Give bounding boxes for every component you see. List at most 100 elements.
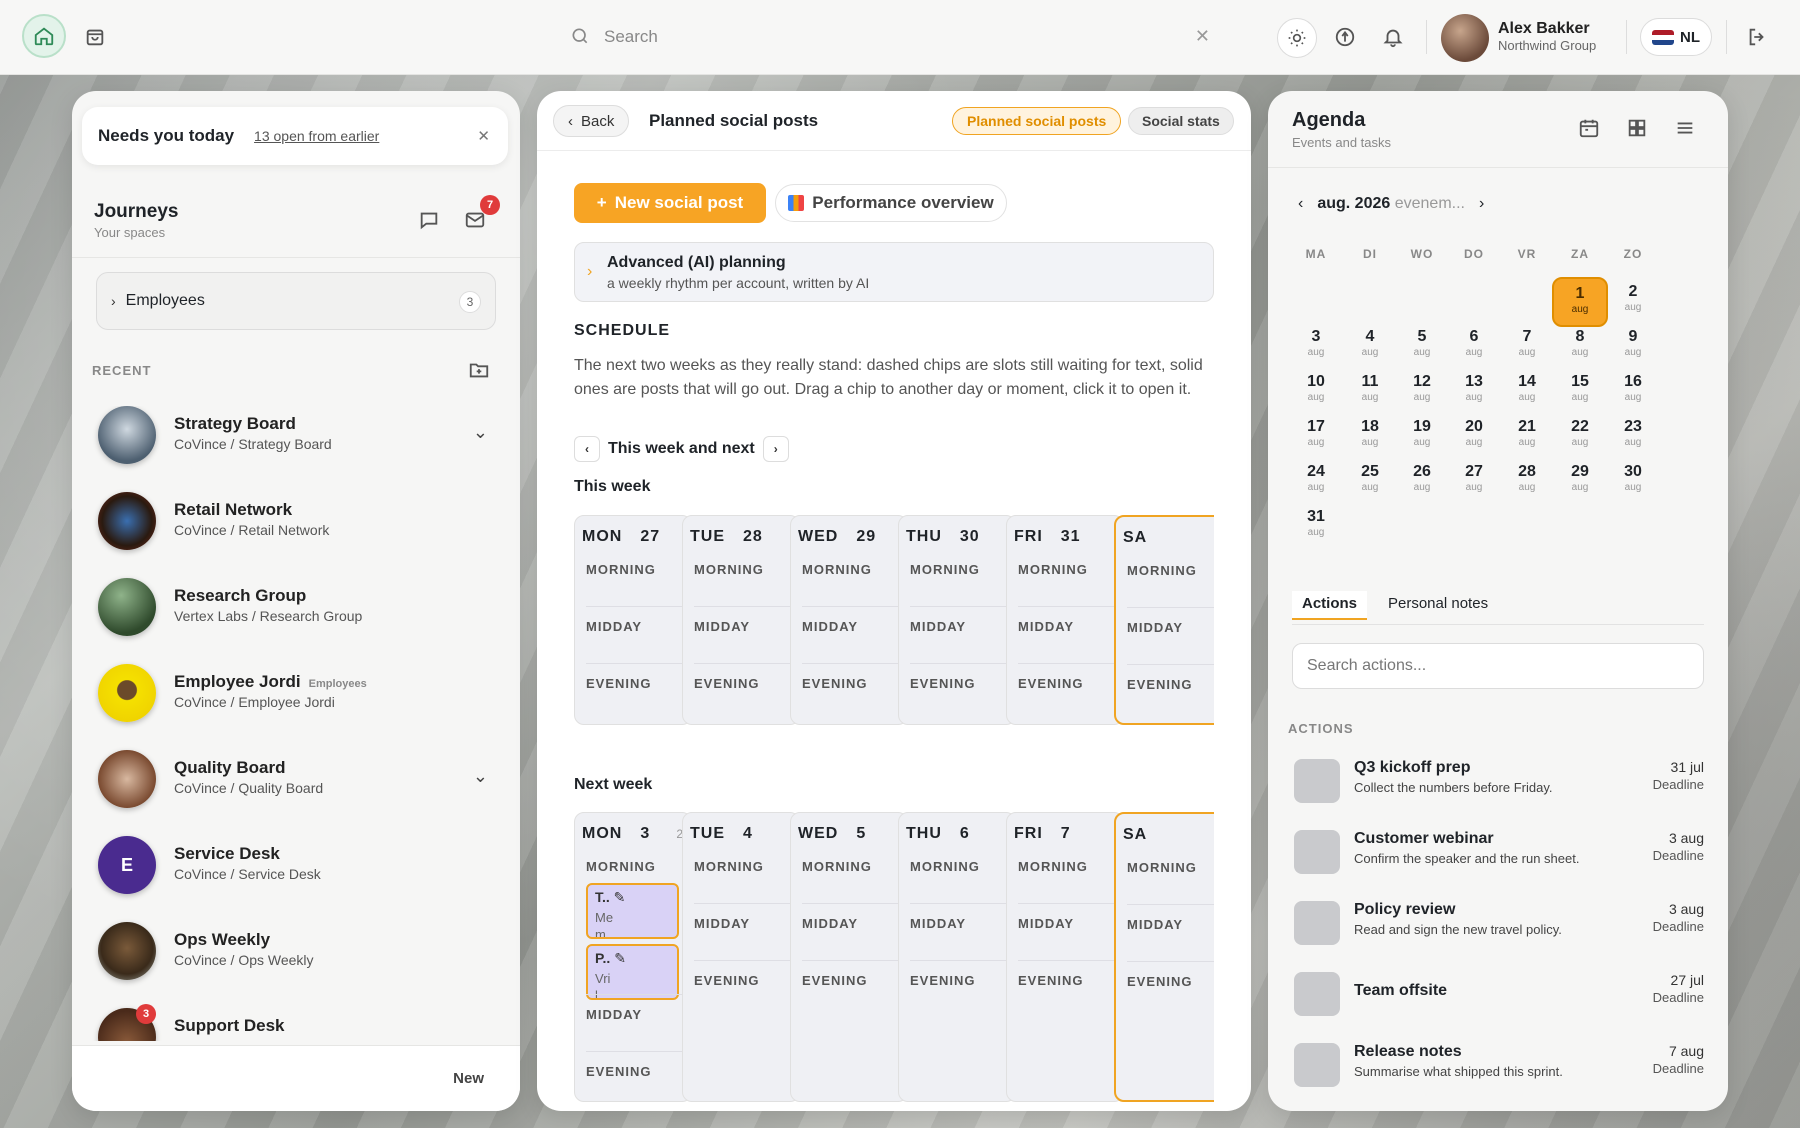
- calendar-icon[interactable]: [1578, 117, 1602, 141]
- calendar-day[interactable]: 26 aug: [1394, 457, 1450, 507]
- day-column[interactable]: SA MORNING MIDDAY EVENING: [1114, 515, 1214, 725]
- chevron-down-icon[interactable]: ⌄: [473, 422, 488, 443]
- list-item[interactable]: 3 Support Desk: [98, 1004, 508, 1041]
- list-item[interactable]: Strategy Board CoVince / Strategy Board …: [98, 406, 508, 476]
- bell-icon[interactable]: [1378, 22, 1408, 52]
- action-description: Read and sign the new travel policy.: [1354, 922, 1562, 937]
- calendar-day[interactable]: 12 aug: [1394, 367, 1450, 417]
- logout-icon[interactable]: [1742, 22, 1772, 52]
- calendar-day[interactable]: 16 aug: [1605, 367, 1661, 417]
- needs-you-today-card[interactable]: Needs you today 13 open from earlier ✕: [82, 107, 508, 165]
- day-column[interactable]: THU 30 MORNING MIDDAY EVENING: [898, 515, 1016, 725]
- calendar-day[interactable]: 10 aug: [1288, 367, 1344, 417]
- post-chip[interactable]: P.. ✎ Vri l...: [586, 944, 679, 1000]
- prev-week-button[interactable]: ‹: [574, 436, 600, 462]
- search-input[interactable]: [604, 27, 1164, 47]
- tab-planned-social-posts[interactable]: Planned social posts: [952, 107, 1122, 135]
- calendar-day[interactable]: 1 aug: [1552, 277, 1608, 327]
- language-switcher[interactable]: NL: [1640, 18, 1712, 56]
- day-column[interactable]: SA MORNING MIDDAY EVENING: [1114, 812, 1214, 1102]
- search-actions-input[interactable]: [1307, 657, 1687, 675]
- calendar-day[interactable]: 2 aug: [1605, 277, 1661, 327]
- info-icon[interactable]: [1330, 22, 1360, 52]
- calendar-day[interactable]: 3 aug: [1288, 322, 1344, 372]
- calendar-day[interactable]: 28 aug: [1499, 457, 1555, 507]
- add-folder-icon[interactable]: [468, 359, 492, 381]
- next-month-icon[interactable]: ›: [1479, 195, 1484, 213]
- clear-search-icon[interactable]: ✕: [1195, 26, 1210, 47]
- day-column[interactable]: THU 6 MORNING MIDDAY EVENING: [898, 812, 1016, 1102]
- calendar-day[interactable]: 27 aug: [1446, 457, 1502, 507]
- list-item[interactable]: Quality Board CoVince / Quality Board ⌄: [98, 750, 508, 820]
- day-column[interactable]: WED 5 MORNING MIDDAY EVENING: [790, 812, 908, 1102]
- tab-actions[interactable]: Actions: [1292, 591, 1368, 620]
- calendar-day[interactable]: 31 aug: [1288, 502, 1344, 552]
- calendar-day[interactable]: 7 aug: [1499, 322, 1555, 372]
- action-description: Confirm the speaker and the run sheet.: [1354, 851, 1580, 866]
- calendar-day[interactable]: 5 aug: [1394, 322, 1450, 372]
- list-item[interactable]: Ops Weekly CoVince / Ops Weekly: [98, 922, 508, 992]
- calendar-day[interactable]: 30 aug: [1605, 457, 1661, 507]
- advanced-planning-card[interactable]: › Advanced (AI) planning a weekly rhythm…: [574, 242, 1214, 302]
- theme-toggle-sun-icon[interactable]: [1277, 18, 1317, 58]
- list-item[interactable]: Research Group Vertex Labs / Research Gr…: [98, 578, 508, 648]
- prev-month-icon[interactable]: ‹: [1298, 195, 1303, 213]
- user-avatar[interactable]: [1441, 14, 1489, 62]
- open-earlier-link[interactable]: 13 open from earlier: [254, 128, 379, 144]
- close-icon[interactable]: ✕: [477, 127, 490, 145]
- day-column[interactable]: MON 27 MORNING MIDDAY EVENING: [574, 515, 692, 725]
- calendar-day[interactable]: 8 aug: [1552, 322, 1608, 372]
- weekday-label: VR: [1517, 247, 1537, 261]
- employees-group[interactable]: › Employees 3: [96, 272, 496, 330]
- action-item[interactable]: Release notes Summarise what shipped this…: [1294, 1039, 1704, 1089]
- calendar-day[interactable]: 29 aug: [1552, 457, 1608, 507]
- new-button[interactable]: New: [453, 1070, 484, 1087]
- shopping-bag-icon[interactable]: [80, 22, 110, 52]
- action-item[interactable]: Team offsite 27 jul Deadline: [1294, 968, 1704, 1018]
- calendar-day[interactable]: 4 aug: [1342, 322, 1398, 372]
- calendar-day[interactable]: 23 aug: [1605, 412, 1661, 462]
- list-item[interactable]: E Service Desk CoVince / Service Desk: [98, 836, 508, 906]
- calendar-day[interactable]: 11 aug: [1342, 367, 1398, 417]
- action-item[interactable]: Policy review Read and sign the new trave…: [1294, 897, 1704, 947]
- action-item[interactable]: Customer webinar Confirm the speaker and …: [1294, 826, 1704, 876]
- chat-icon[interactable]: [418, 209, 442, 233]
- day-column[interactable]: TUE 28 MORNING MIDDAY EVENING: [682, 515, 800, 725]
- menu-icon[interactable]: [1674, 117, 1698, 141]
- calendar-day[interactable]: 6 aug: [1446, 322, 1502, 372]
- performance-overview-button[interactable]: Performance overview: [775, 184, 1007, 222]
- calendar-day[interactable]: 21 aug: [1499, 412, 1555, 462]
- action-item[interactable]: Q3 kickoff prep Collect the numbers befor…: [1294, 755, 1704, 805]
- post-chip[interactable]: T.. ✎ Me m.: [586, 883, 679, 939]
- home-icon[interactable]: [22, 14, 66, 58]
- calendar-day[interactable]: 19 aug: [1394, 412, 1450, 462]
- list-item[interactable]: Employee Jordi Employees CoVince / Employ…: [98, 664, 508, 734]
- tab-social-stats[interactable]: Social stats: [1128, 107, 1234, 135]
- next-week-button[interactable]: ›: [762, 436, 789, 462]
- calendar-day[interactable]: 9 aug: [1605, 322, 1661, 372]
- calendar-day[interactable]: 24 aug: [1288, 457, 1344, 507]
- user-name[interactable]: Alex Bakker: [1498, 20, 1590, 38]
- tab-personal-notes[interactable]: Personal notes: [1378, 595, 1498, 618]
- calendar-day[interactable]: 14 aug: [1499, 367, 1555, 417]
- calendar-day[interactable]: 20 aug: [1446, 412, 1502, 462]
- chevron-down-icon[interactable]: ⌄: [473, 766, 488, 787]
- calendar-day[interactable]: 13 aug: [1446, 367, 1502, 417]
- new-social-post-button[interactable]: + New social post: [574, 183, 766, 223]
- day-column[interactable]: TUE 4 MORNING MIDDAY EVENING: [682, 812, 800, 1102]
- day-column[interactable]: WED 29 MORNING MIDDAY EVENING: [790, 515, 908, 725]
- calendar-day[interactable]: 22 aug: [1552, 412, 1608, 462]
- day-header: FRI 7: [1014, 825, 1071, 843]
- calendar-day[interactable]: 15 aug: [1552, 367, 1608, 417]
- day-number: 13: [1465, 373, 1483, 390]
- action-date: 31 jul: [1670, 759, 1704, 775]
- day-column[interactable]: FRI 7 MORNING MIDDAY EVENING: [1006, 812, 1124, 1102]
- day-column[interactable]: FRI 31 MORNING MIDDAY EVENING: [1006, 515, 1124, 725]
- day-column[interactable]: MON 3 2 MORNING T.. ✎ Me m. P.. ✎ Vri l... MIDDA…: [574, 812, 692, 1102]
- grid-view-icon[interactable]: [1626, 117, 1650, 141]
- calendar-day[interactable]: 18 aug: [1342, 412, 1398, 462]
- calendar-day[interactable]: 17 aug: [1288, 412, 1344, 462]
- calendar-day[interactable]: 25 aug: [1342, 457, 1398, 507]
- back-button[interactable]: ‹ Back: [553, 105, 630, 137]
- list-item[interactable]: Retail Network CoVince / Retail Network: [98, 492, 508, 562]
